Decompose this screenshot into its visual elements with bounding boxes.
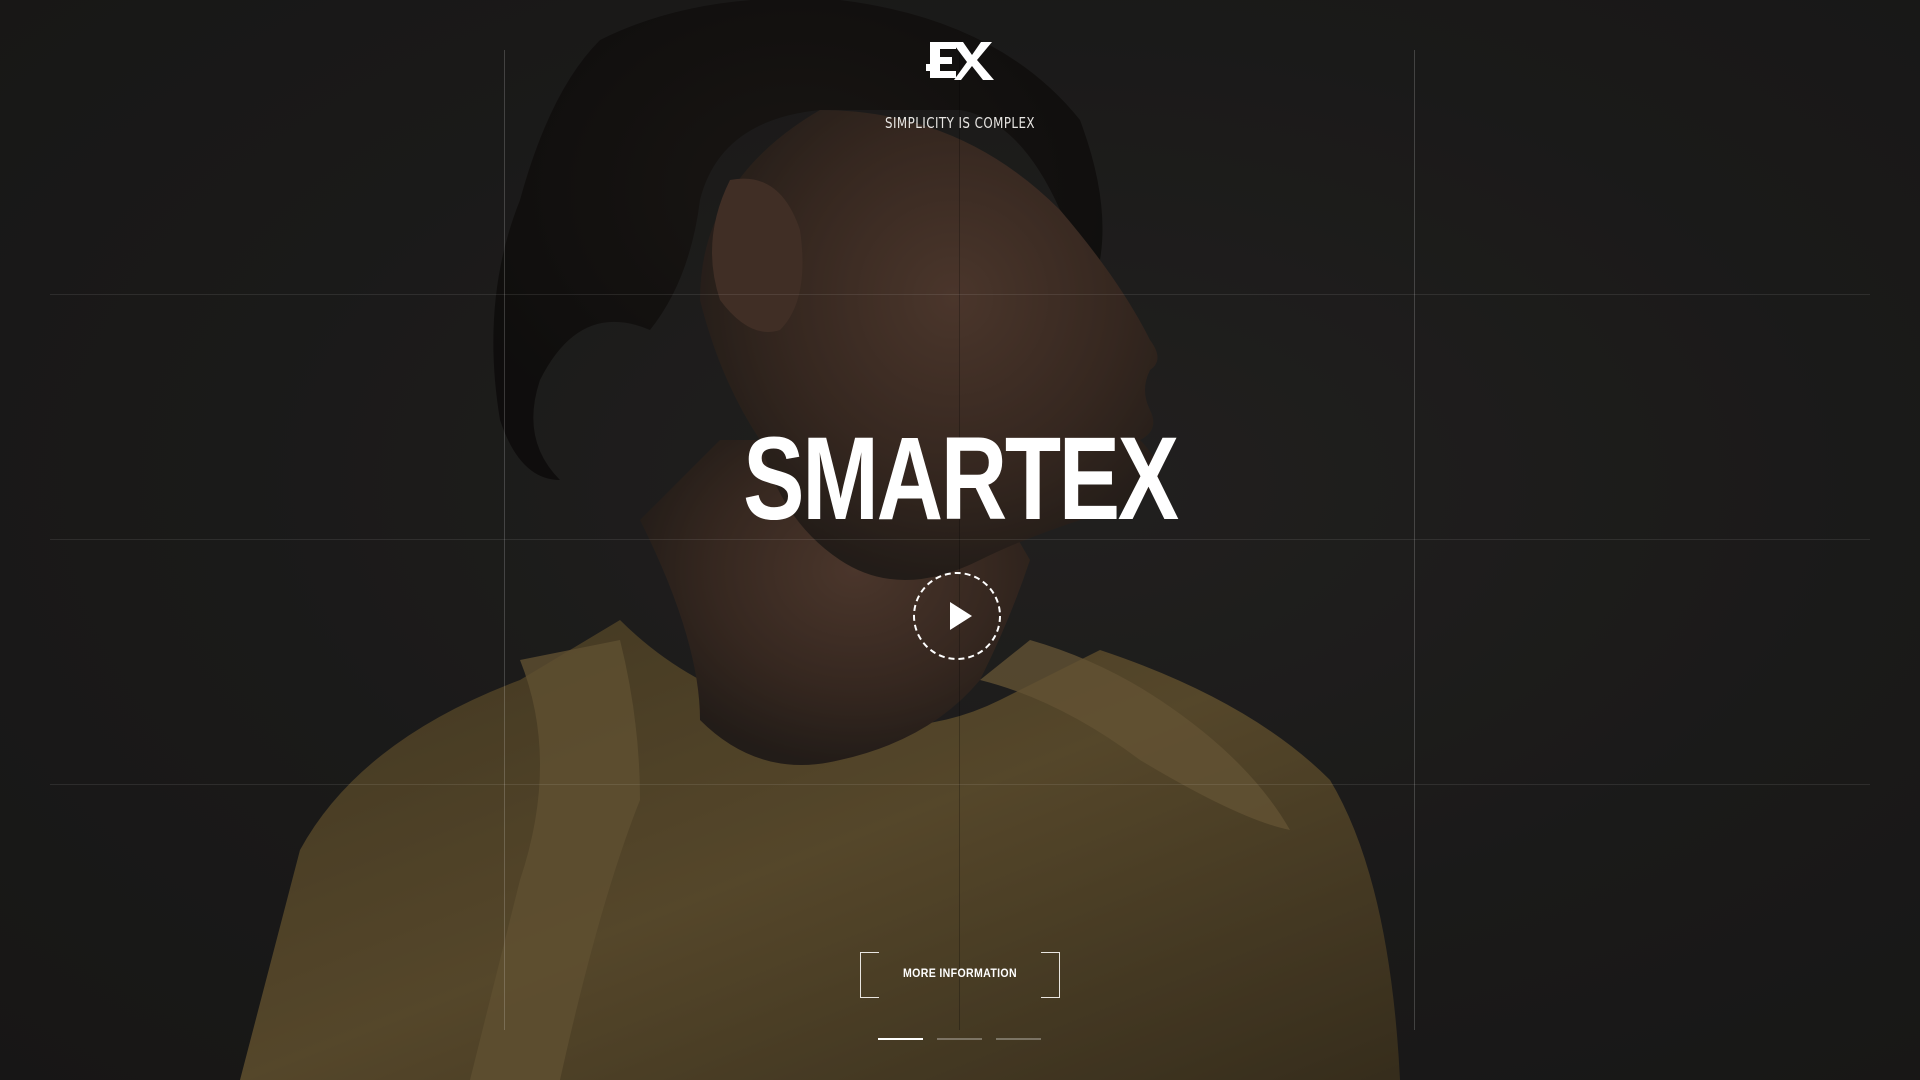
hero-section: SIMPLICITY IS COMPLEX SMARTEX MORE INFOR…	[0, 0, 1920, 1080]
more-information-label: MORE INFORMATION	[903, 966, 1017, 980]
tagline: SIMPLICITY IS COMPLEX	[885, 114, 1035, 132]
grid-line-horizontal	[50, 294, 1870, 295]
grid-line-vertical	[504, 50, 505, 1030]
slide-indicator-3[interactable]	[996, 1038, 1041, 1040]
slide-indicator-2[interactable]	[937, 1038, 982, 1040]
more-information-button[interactable]: MORE INFORMATION	[860, 952, 1060, 998]
grid-line-vertical	[1414, 50, 1415, 1030]
button-bracket-right	[1041, 952, 1060, 998]
ex-logo-icon[interactable]	[926, 38, 996, 82]
slider-pagination	[878, 1038, 1041, 1042]
play-video-button[interactable]	[912, 571, 1002, 661]
hero-title: SMARTEX	[743, 413, 1179, 545]
grid-line-horizontal	[50, 784, 1870, 785]
slide-indicator-1[interactable]	[878, 1038, 923, 1040]
play-icon	[913, 572, 1001, 660]
